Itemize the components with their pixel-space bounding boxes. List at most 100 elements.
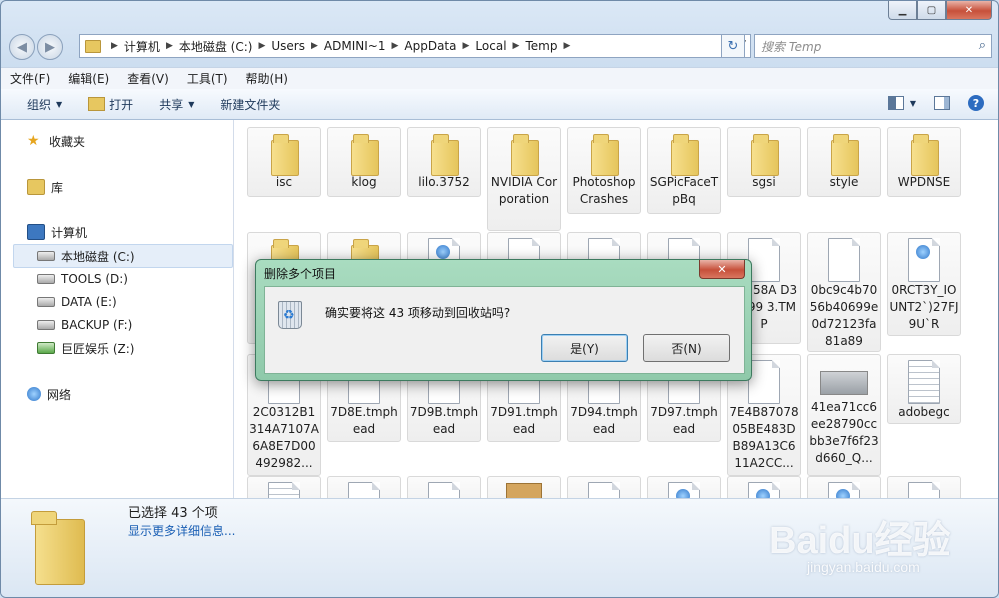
sidebar-item-network[interactable]: 网络 [27, 384, 71, 404]
yes-button[interactable]: 是(Y) [541, 334, 628, 362]
sidebar-label: BACKUP (F:) [61, 318, 133, 332]
drive-icon [37, 297, 55, 307]
file-item[interactable] [487, 476, 561, 498]
sidebar-item-drive-c[interactable]: 本地磁盘 (C:) [37, 246, 135, 266]
search-input[interactable]: 搜索 Temp ⌕ [754, 34, 992, 58]
open-folder-icon [88, 97, 106, 111]
preview-pane-icon[interactable] [934, 96, 950, 110]
web-file-icon [668, 482, 700, 498]
file-icon [748, 238, 780, 282]
sidebar-label: 本地磁盘 (C:) [61, 249, 135, 264]
back-button[interactable]: ◀ [9, 34, 35, 60]
breadcrumb-local-disk[interactable]: 本地磁盘 (C:) [177, 38, 255, 55]
minimize-button[interactable]: ▁ [888, 1, 917, 20]
file-item[interactable]: sgsi [727, 127, 801, 197]
sidebar-item-drive-z[interactable]: 巨匠娱乐 (Z:) [37, 338, 134, 358]
menu-view[interactable]: 查看(V) [118, 70, 178, 87]
file-item[interactable]: klog [327, 127, 401, 197]
sidebar-item-libraries[interactable]: 库 [27, 177, 63, 197]
folder-icon [911, 134, 939, 176]
file-item[interactable] [807, 476, 881, 498]
file-item[interactable]: NVIDIA Corporation [487, 127, 561, 231]
breadcrumb-temp[interactable]: Temp [523, 39, 559, 53]
file-item[interactable]: WPDNSE [887, 127, 961, 197]
menu-tools[interactable]: 工具(T) [178, 70, 237, 87]
breadcrumb-separator-icon[interactable]: ▶ [559, 41, 574, 51]
maximize-button[interactable]: ▢ [917, 1, 946, 20]
file-item[interactable]: lilo.3752 [407, 127, 481, 197]
sidebar-item-drive-d[interactable]: TOOLS (D:) [37, 269, 128, 289]
file-item[interactable] [407, 476, 481, 498]
file-item[interactable] [567, 476, 641, 498]
open-button[interactable]: 打开 [75, 96, 146, 113]
dialog-close-button[interactable]: ✕ [699, 260, 745, 279]
sidebar-item-computer[interactable]: 计算机 [27, 222, 87, 242]
dropdown-arrow-icon: ▼ [909, 98, 916, 108]
breadcrumb-users[interactable]: Users [269, 39, 307, 53]
no-button[interactable]: 否(N) [643, 334, 730, 362]
file-name: 7E4B8707805BE483DB89A13C611A2CC... [729, 405, 799, 470]
computer-icon [27, 224, 45, 240]
file-name: PhotoshopCrashes [572, 175, 636, 206]
file-item[interactable]: 41ea71cc6ee28790ccbb3e7f6f23d660_Q... [807, 354, 881, 476]
breadcrumb-separator-icon[interactable]: ▶ [459, 41, 474, 51]
file-item[interactable]: style [807, 127, 881, 197]
file-item[interactable]: 0bc9c4b7056b40699e0d72123fa81a89 [807, 232, 881, 352]
breadcrumb-local[interactable]: Local [473, 39, 508, 53]
breadcrumb-appdata[interactable]: AppData [402, 39, 458, 53]
close-button[interactable]: ✕ [946, 1, 992, 20]
file-item[interactable] [887, 476, 961, 498]
menu-edit[interactable]: 编辑(E) [59, 70, 118, 87]
address-bar[interactable]: ▶ 计算机 ▶ 本地磁盘 (C:) ▶ Users ▶ ADMINI~1 ▶ A… [79, 34, 751, 58]
breadcrumb-admini[interactable]: ADMINI~1 [322, 39, 388, 53]
breadcrumb-separator-icon[interactable]: ▶ [307, 41, 322, 51]
sidebar-item-favorites[interactable]: ★ 收藏夹 [27, 131, 85, 151]
watermark-logo: Baidu经验 [769, 520, 951, 562]
file-name: 0RCT3Y_IOUNT2`)27FJ9U`R [889, 283, 959, 331]
breadcrumb-computer[interactable]: 计算机 [122, 38, 162, 55]
file-item[interactable] [327, 476, 401, 498]
file-item[interactable]: PhotoshopCrashes [567, 127, 641, 214]
web-file-icon [828, 482, 860, 498]
file-item[interactable]: adobegc [887, 354, 961, 424]
breadcrumb-separator-icon[interactable]: ▶ [387, 41, 402, 51]
dropdown-arrow-icon: ▼ [56, 99, 63, 109]
sidebar-label: TOOLS (D:) [61, 272, 128, 286]
file-icon [588, 482, 620, 498]
file-item[interactable] [647, 476, 721, 498]
change-view-button[interactable]: ▼ [887, 96, 916, 110]
sidebar-item-drive-f[interactable]: BACKUP (F:) [37, 315, 132, 335]
refresh-button[interactable]: ↻ [721, 34, 745, 58]
breadcrumb-separator-icon[interactable]: ▶ [509, 41, 524, 51]
file-item[interactable]: isc [247, 127, 321, 197]
dialog-body: 确实要将这 43 项移动到回收站吗? 是(Y) 否(N) [264, 286, 745, 374]
open-label: 打开 [109, 97, 134, 112]
maximize-icon: ▢ [926, 4, 937, 16]
share-button[interactable]: 共享 ▼ [146, 96, 207, 113]
new-folder-button[interactable]: 新建文件夹 [207, 96, 293, 113]
selection-count: 已选择 43 个项 [128, 506, 218, 521]
file-item[interactable] [727, 476, 801, 498]
menu-file[interactable]: 文件(F) [1, 70, 59, 87]
dropdown-arrow-icon: ▼ [188, 99, 195, 109]
file-name: 7D91.tmphead [490, 405, 558, 436]
breadcrumb-separator-icon[interactable]: ▶ [254, 41, 269, 51]
file-name: 7D94.tmphead [570, 405, 638, 436]
show-more-details-link[interactable]: 显示更多详细信息... [128, 522, 235, 539]
file-item[interactable]: SGPicFaceTpBq [647, 127, 721, 214]
close-icon: ✕ [717, 262, 727, 276]
file-item[interactable]: 0RCT3Y_IOUNT2`)27FJ9U`R [887, 232, 961, 336]
forward-button[interactable]: ▶ [37, 34, 63, 60]
file-icon [828, 238, 860, 282]
share-label: 共享 [159, 97, 184, 112]
breadcrumb-separator-icon[interactable]: ▶ [162, 41, 177, 51]
menu-help[interactable]: 帮助(H) [237, 70, 297, 87]
file-name: SGPicFaceTpBq [649, 175, 719, 206]
file-name: sgsi [752, 175, 776, 189]
text-file-icon [908, 360, 940, 404]
help-icon[interactable]: ? [968, 95, 984, 111]
organize-button[interactable]: 组织 ▼ [1, 96, 75, 113]
file-item[interactable] [247, 476, 321, 498]
sidebar-item-drive-e[interactable]: DATA (E:) [37, 292, 117, 312]
search-icon[interactable]: ⌕ [979, 38, 986, 53]
